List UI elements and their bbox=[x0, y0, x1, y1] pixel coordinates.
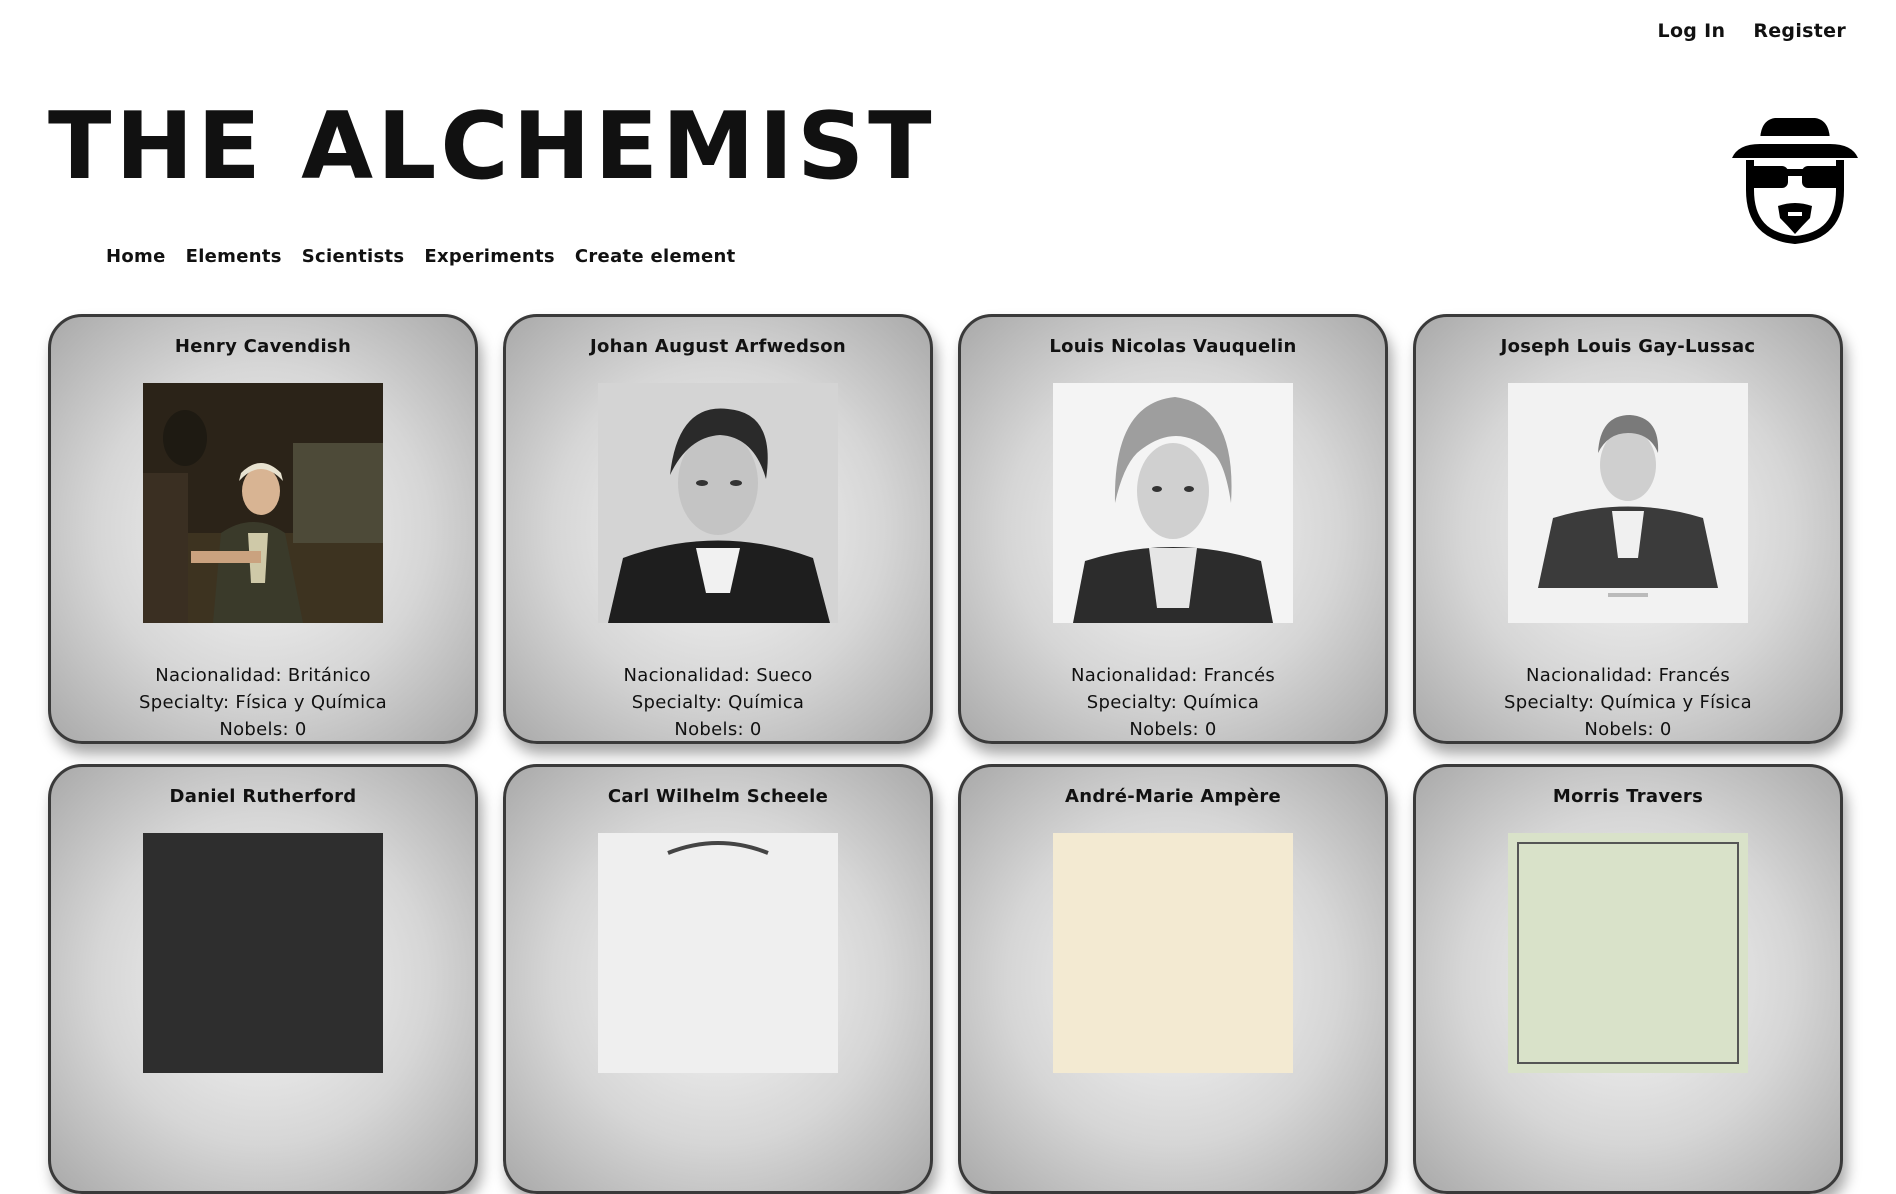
scientist-nobels: Nobels: 0 bbox=[1129, 719, 1217, 740]
scientist-info: Nacionalidad: Francés Specialty: Química… bbox=[961, 662, 1385, 743]
site-title: THE ALCHEMIST bbox=[48, 92, 936, 200]
scientist-nobels: Nobels: 0 bbox=[219, 719, 307, 740]
scheele-portrait bbox=[598, 833, 838, 1073]
scientist-nationality: Nacionalidad: Sueco bbox=[623, 665, 813, 686]
scientist-name: André-Marie Ampère bbox=[1064, 786, 1282, 807]
scientist-nobels: Nobels: 0 bbox=[674, 719, 762, 740]
scientist-name: Henry Cavendish bbox=[174, 336, 352, 357]
scientist-info: Nacionalidad: Británico Specialty: Físic… bbox=[51, 662, 475, 743]
scientist-nationality: Nacionalidad: Francés bbox=[1525, 665, 1731, 686]
nav-experiments[interactable]: Experiments bbox=[424, 246, 554, 267]
vauquelin-portrait bbox=[1053, 383, 1293, 623]
auth-nav: Log In Register bbox=[1658, 20, 1846, 42]
scientist-name: Daniel Rutherford bbox=[169, 786, 357, 807]
rutherford-portrait bbox=[143, 833, 383, 1073]
scientist-card[interactable]: Louis Nicolas Vauquelin Nacionalidad: Fr… bbox=[958, 314, 1388, 744]
scientist-nobels: Nobels: 0 bbox=[1584, 719, 1672, 740]
scientist-card[interactable]: André-Marie Ampère bbox=[958, 764, 1388, 1194]
scientist-specialty: Specialty: Física y Química bbox=[139, 692, 387, 713]
main-nav: Home Elements Scientists Experiments Cre… bbox=[106, 246, 736, 267]
scientist-name: Carl Wilhelm Scheele bbox=[607, 786, 829, 807]
scientist-specialty: Specialty: Química y Física bbox=[1504, 692, 1752, 713]
scientist-name: Louis Nicolas Vauquelin bbox=[1049, 336, 1297, 357]
scientist-name: Johan August Arfwedson bbox=[590, 336, 846, 357]
nav-scientists[interactable]: Scientists bbox=[302, 246, 405, 267]
scientist-name: Morris Travers bbox=[1552, 786, 1704, 807]
scientist-card[interactable]: Henry Cavendish Nacionalidad: Británico … bbox=[48, 314, 478, 744]
scientist-nationality: Nacionalidad: Británico bbox=[155, 665, 371, 686]
scientist-name: Joseph Louis Gay-Lussac bbox=[1500, 336, 1756, 357]
scientist-card[interactable]: Johan August Arfwedson Nacionalidad: Sue… bbox=[503, 314, 933, 744]
scientist-card[interactable]: Joseph Louis Gay-Lussac Nacionalidad: Fr… bbox=[1413, 314, 1843, 744]
nav-home[interactable]: Home bbox=[106, 246, 166, 267]
henry-cavendish-portrait bbox=[143, 383, 383, 623]
scientist-card[interactable]: Carl Wilhelm Scheele bbox=[503, 764, 933, 1194]
heisenberg-icon[interactable] bbox=[1730, 114, 1860, 244]
travers-portrait bbox=[1508, 833, 1748, 1073]
scientist-card[interactable]: Daniel Rutherford bbox=[48, 764, 478, 1194]
register-link[interactable]: Register bbox=[1753, 20, 1846, 42]
gay-lussac-portrait bbox=[1508, 383, 1748, 623]
scientist-card[interactable]: Morris Travers bbox=[1413, 764, 1843, 1194]
scientist-info: Nacionalidad: Sueco Specialty: Química N… bbox=[506, 662, 930, 743]
scientist-specialty: Specialty: Química bbox=[1086, 692, 1260, 713]
nav-elements[interactable]: Elements bbox=[186, 246, 282, 267]
nav-create-element[interactable]: Create element bbox=[575, 246, 736, 267]
scientist-nationality: Nacionalidad: Francés bbox=[1070, 665, 1276, 686]
scientist-info: Nacionalidad: Francés Specialty: Química… bbox=[1416, 662, 1840, 743]
ampere-portrait bbox=[1053, 833, 1293, 1073]
scientist-grid: Henry Cavendish Nacionalidad: Británico … bbox=[48, 314, 1847, 1194]
arfwedson-portrait bbox=[598, 383, 838, 623]
login-link[interactable]: Log In bbox=[1658, 20, 1726, 42]
scientist-specialty: Specialty: Química bbox=[631, 692, 805, 713]
